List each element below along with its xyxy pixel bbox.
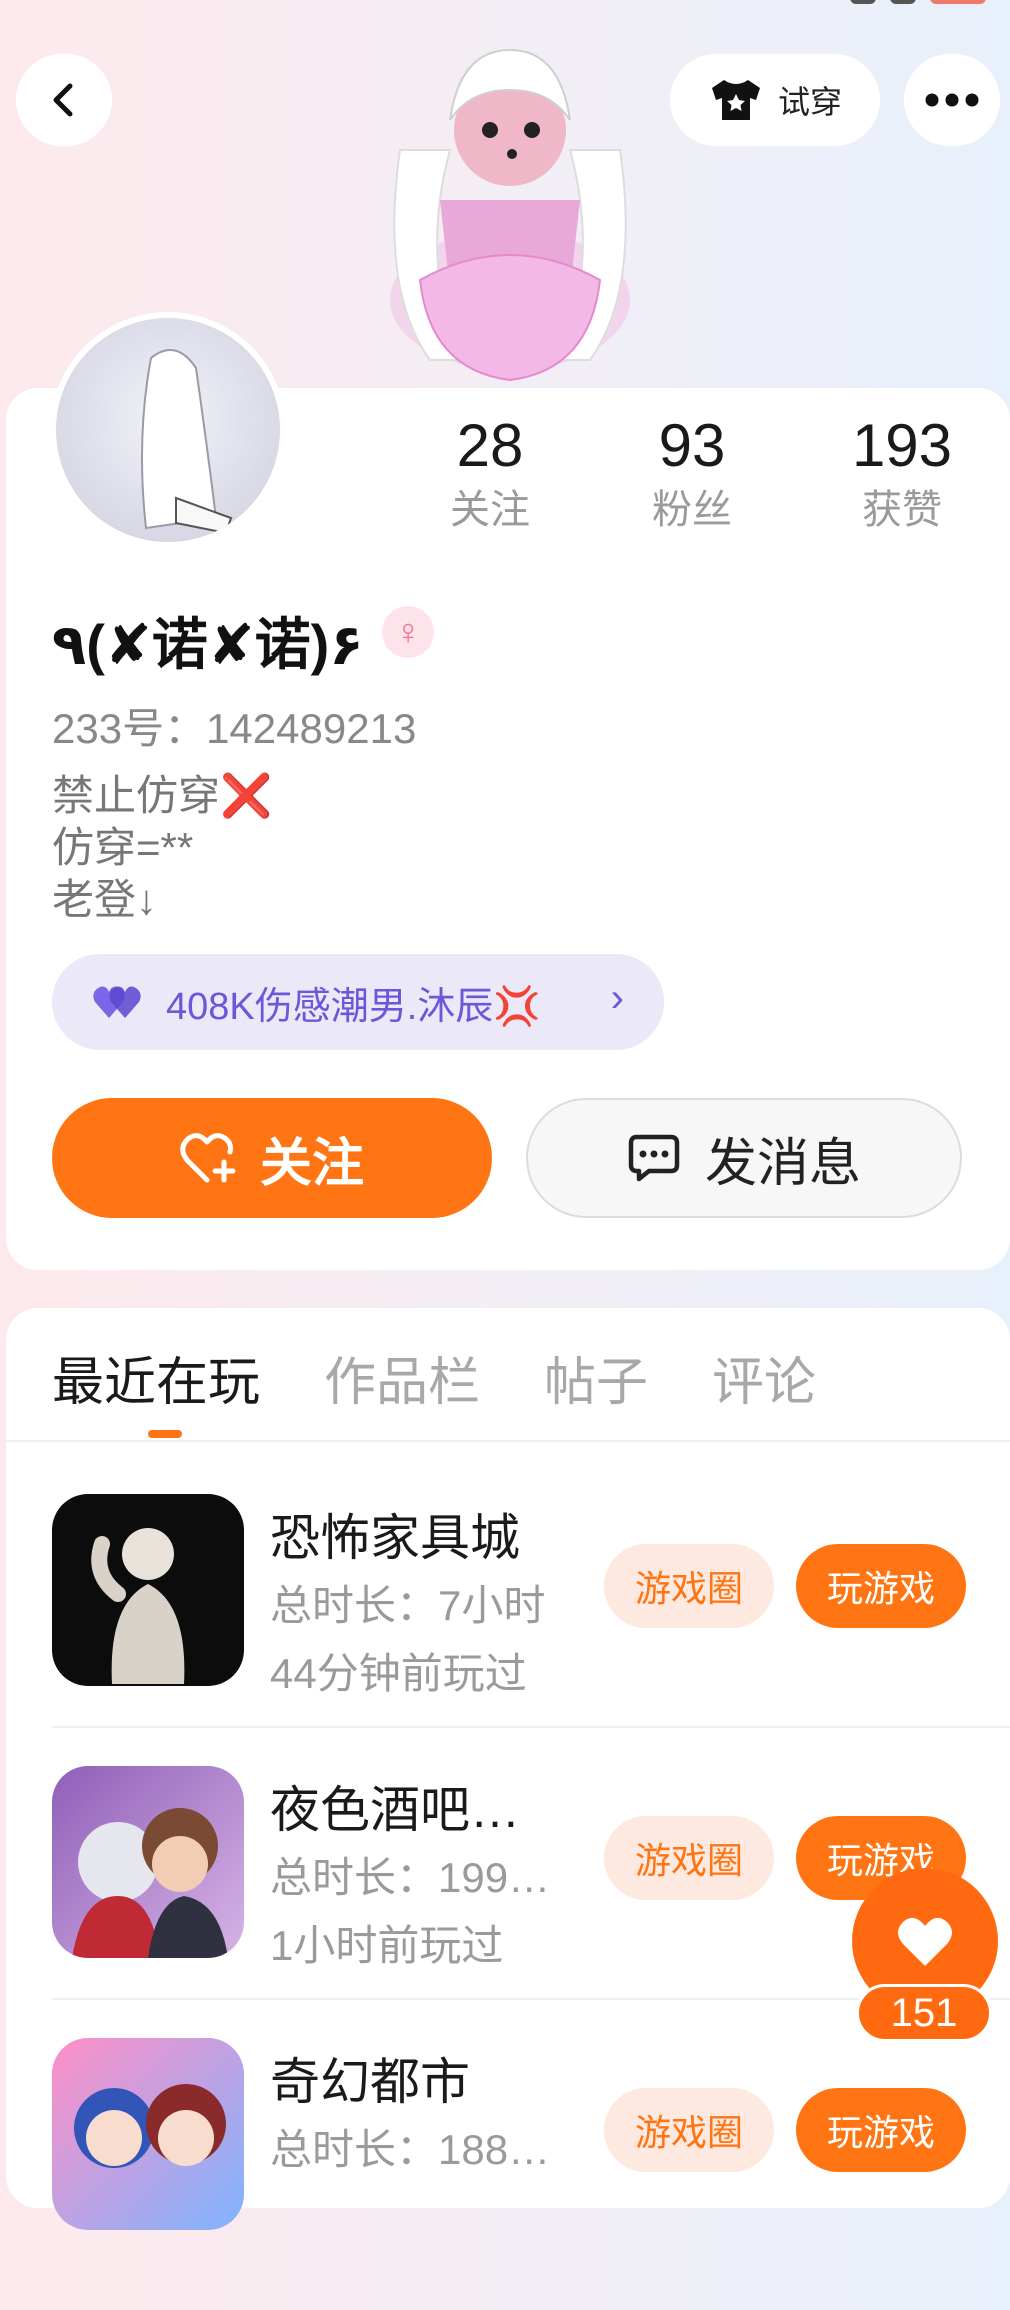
game-duration: 总时长：199… (270, 1854, 551, 1901)
gender-female-icon: ♀ (382, 606, 434, 658)
user-id[interactable]: 233号：142489213 (52, 695, 416, 756)
game-icon (52, 1494, 244, 1686)
game-icon-image (74, 2084, 226, 2168)
profile-tabs: 最近在玩 作品栏 帖子 评论 (52, 1340, 816, 1415)
try-on-label: 试穿 (777, 84, 842, 120)
bio-line: 禁止仿穿❌ (52, 772, 273, 819)
signal-icon (890, 0, 916, 4)
fans-label: 粉丝 (652, 488, 732, 532)
message-label: 发消息 (704, 1134, 861, 1193)
active-tab-indicator (148, 1430, 182, 1438)
bio-line: 老登↓ (52, 876, 158, 923)
avatar-image (141, 349, 233, 535)
play-game-button[interactable]: 玩游戏 (796, 1544, 966, 1628)
game-circle-button[interactable]: 游戏圈 (604, 2088, 774, 2172)
tshirt-icon (711, 80, 760, 120)
following-label: 关注 (450, 488, 530, 532)
list-item[interactable]: 恐怖家具城 总时长：7小时 44分钟前玩过 游戏圈 玩游戏 (52, 1494, 1010, 1766)
game-duration: 总时长：188… (270, 2126, 551, 2173)
alarm-icon (850, 0, 876, 4)
tab-works[interactable]: 作品栏 (324, 1340, 480, 1415)
game-circle-button[interactable]: 游戏圈 (604, 1544, 774, 1628)
likes-stat[interactable]: 193 获赞 (824, 410, 980, 538)
game-duration: 总时长：7小时 (270, 1582, 546, 1629)
bio: 禁止仿穿❌ 仿穿=** 老登↓ (52, 770, 272, 926)
heart-icon (898, 1917, 952, 1966)
likes-count: 193 (851, 412, 953, 479)
list-item[interactable]: 奇幻都市 总时长：188… 游戏圈 玩游戏 (52, 2038, 1010, 2310)
fans-count: 93 (658, 412, 726, 479)
game-circle-button[interactable]: 游戏圈 (604, 1816, 774, 1900)
avatar-3d-figure (390, 48, 630, 382)
heart-plus-icon (180, 1133, 236, 1183)
tab-comments[interactable]: 评论 (712, 1340, 816, 1415)
favorite-count: 151 (856, 1984, 992, 2042)
try-on-button[interactable]: 试穿 (670, 54, 880, 146)
likes-label: 获赞 (862, 488, 942, 532)
tab-posts[interactable]: 帖子 (544, 1340, 648, 1415)
profile-stats: 28 关注 93 粉丝 193 获赞 (420, 410, 980, 538)
row-divider (52, 1726, 1010, 1728)
back-button[interactable] (16, 54, 112, 146)
play-game-button[interactable]: 玩游戏 (796, 2088, 966, 2172)
send-message-button[interactable]: 发消息 (526, 1098, 962, 1218)
following-stat[interactable]: 28 关注 (420, 410, 560, 538)
more-button[interactable] (904, 54, 1000, 146)
game-last-played: 44分钟前玩过 (270, 1650, 527, 1697)
double-heart-icon (93, 986, 141, 1018)
tabs-divider (6, 1440, 1010, 1442)
follow-button[interactable]: 关注 (52, 1098, 492, 1218)
chevron-left-icon (53, 83, 73, 117)
game-name: 夜色酒吧… (270, 1782, 520, 1838)
avatar[interactable] (50, 312, 286, 548)
game-icon-image (91, 1528, 185, 1684)
game-name: 恐怖家具城 (270, 1510, 520, 1566)
battery-icon (930, 0, 986, 4)
status-icons (850, 0, 986, 4)
more-dots-icon (925, 93, 979, 107)
fanclub-label: 408K伤感潮男.沐辰💢 (166, 985, 541, 1028)
fans-stat[interactable]: 93 粉丝 (560, 410, 824, 538)
chevron-right-icon: › (610, 976, 624, 1020)
fanclub-link[interactable]: 408K伤感潮男.沐辰💢 › (52, 954, 664, 1050)
follow-label: 关注 (259, 1134, 364, 1193)
bio-line: 仿穿=** (52, 824, 194, 871)
tab-recently-played[interactable]: 最近在玩 (52, 1340, 260, 1415)
game-icon (52, 1766, 244, 1958)
following-count: 28 (456, 412, 524, 479)
chat-bubble-icon (628, 1134, 680, 1182)
game-icon (52, 2038, 244, 2230)
game-icon-image (72, 1808, 228, 1958)
nickname: ٩(✘诺✘诺)۶ (52, 613, 364, 676)
game-name: 奇幻都市 (270, 2054, 470, 2110)
game-last-played: 1小时前玩过 (270, 1922, 504, 1969)
